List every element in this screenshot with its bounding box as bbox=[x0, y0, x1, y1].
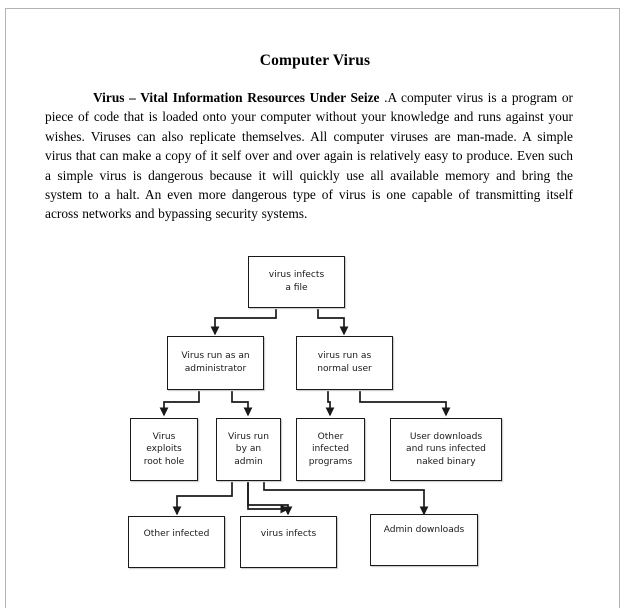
paragraph-lead-bold: Virus – Vital Information Resources Unde… bbox=[93, 90, 380, 105]
page-title: Computer Virus bbox=[259, 52, 371, 69]
body-paragraph: Virus – Vital Information Resources Unde… bbox=[45, 88, 573, 224]
paragraph-body-text: .A computer virus is a program or piece … bbox=[45, 90, 573, 222]
